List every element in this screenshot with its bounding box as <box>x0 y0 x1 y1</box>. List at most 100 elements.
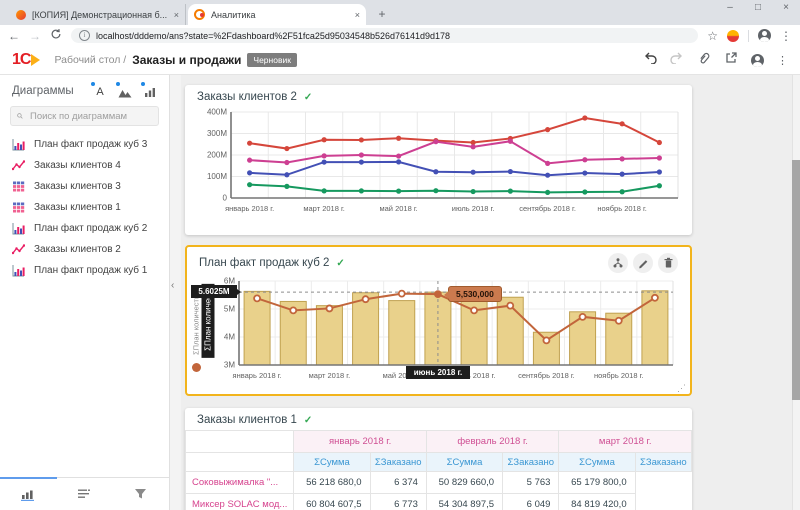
card-orders-clients-1[interactable]: Заказы клиентов 1 ✓ январь 2018 г.феврал… <box>185 408 692 510</box>
url-text: localhost/dddemo/ans?state=%2Fdashboard%… <box>96 31 450 41</box>
measure-header[interactable]: ΣСумма <box>426 453 502 472</box>
sidebar-item-6[interactable]: План факт продаж куб 1 <box>0 260 169 281</box>
reload-button[interactable] <box>50 28 62 43</box>
notification-dot <box>116 82 120 86</box>
breadcrumb[interactable]: Рабочий стол / <box>54 54 126 66</box>
orders-clients-2-chart[interactable]: 0100M200M300M400Mянварь 2018 г.март 2018… <box>191 105 692 228</box>
delete-button[interactable] <box>658 253 678 273</box>
svg-text:ноябрь 2018 г.: ноябрь 2018 г. <box>594 371 644 380</box>
tab2-close-icon[interactable]: × <box>355 10 360 20</box>
sidebar-item-4[interactable]: План факт продаж куб 2 <box>0 218 169 239</box>
edit-button[interactable] <box>633 253 653 273</box>
bar-chart-icon <box>12 222 25 235</box>
back-button[interactable]: ← <box>8 29 20 43</box>
bar-chart-icon <box>12 138 25 151</box>
month-header[interactable]: март 2018 г. <box>559 431 692 453</box>
structure-button[interactable] <box>608 253 628 273</box>
window-minimize-button[interactable]: – <box>724 2 736 13</box>
row-label-link[interactable]: Миксер SOLAC мод... <box>186 494 294 510</box>
sidebar-item-3[interactable]: Заказы клиентов 1 <box>0 197 169 218</box>
measure-header[interactable]: ΣСумма <box>559 453 635 472</box>
month-header[interactable]: январь 2018 г. <box>294 431 427 453</box>
search-input[interactable] <box>28 110 152 123</box>
table-cell: 65 179 800,0 <box>559 472 635 494</box>
plan-fact-2-chart[interactable]: ΣПлан количество ΣПлан количест 5.6025M … <box>193 275 690 398</box>
collapse-sidebar-handle[interactable]: ‹ <box>171 280 174 291</box>
scrollbar-track[interactable] <box>792 75 800 510</box>
resize-handle[interactable]: ⋰ <box>677 383 686 394</box>
add-image-button[interactable] <box>118 84 132 98</box>
bookmark-star-icon[interactable]: ☆ <box>707 29 718 43</box>
sidebar-item-0[interactable]: План факт продаж куб 3 <box>0 134 169 155</box>
browser-tab-2[interactable]: Аналитика × <box>188 4 366 25</box>
measure-header[interactable]: ΣЗаказано <box>503 453 559 472</box>
table-icon <box>12 180 25 193</box>
add-chart-button[interactable] <box>143 84 157 98</box>
month-header[interactable]: февраль 2018 г. <box>426 431 559 453</box>
table-corner <box>186 431 294 453</box>
bar-chart-icon <box>12 264 25 277</box>
svg-text:ноябрь 2018 г.: ноябрь 2018 г. <box>597 204 647 213</box>
measure-header[interactable]: ΣЗаказано <box>370 453 426 472</box>
browser-profile-icon[interactable] <box>758 29 771 42</box>
add-text-button[interactable]: A <box>93 84 107 98</box>
measure-header[interactable]: ΣЗаказано <box>635 453 691 472</box>
url-bar[interactable]: i localhost/dddemo/ans?state=%2Fdashboar… <box>71 28 698 43</box>
logo-text: 1С <box>12 51 30 69</box>
sidebar-item-2[interactable]: Заказы клиентов 3 <box>0 176 169 197</box>
link-paperclip-icon[interactable] <box>697 51 711 70</box>
table-icon <box>12 201 25 214</box>
scrollbar-thumb[interactable] <box>792 160 800 400</box>
svg-text:сентябрь 2018 г.: сентябрь 2018 г. <box>519 204 576 213</box>
status-badge: Черновик <box>247 53 297 67</box>
sidebar-item-label: Заказы клиентов 4 <box>34 160 121 171</box>
table-cell: 5 763 <box>503 472 559 494</box>
sidebar: Диаграммы A План факт продаж куб 3 Заказы… <box>0 75 170 510</box>
table-cell: 60 804 607,5 <box>294 494 370 510</box>
tab-diagrams[interactable] <box>0 478 56 510</box>
sidebar-item-5[interactable]: Заказы клиентов 2 <box>0 239 169 260</box>
crosshair-x-tooltip: июнь 2018 г. <box>406 366 470 379</box>
svg-text:5M: 5M <box>224 305 235 314</box>
tab2-title: Аналитика <box>211 10 351 20</box>
sidebar-item-label: Заказы клиентов 2 <box>34 244 121 255</box>
active-tab-indicator <box>0 477 57 479</box>
table-cell: 6 773 <box>370 494 426 510</box>
new-tab-button[interactable]: + <box>374 6 390 22</box>
table-cell: 56 218 680,0 <box>294 472 370 494</box>
window-close-button[interactable]: × <box>780 2 792 13</box>
sidebar-item-label: Заказы клиентов 3 <box>34 181 121 192</box>
browser-toolbar: ← → i localhost/dddemo/ans?state=%2Fdash… <box>0 25 800 46</box>
window-maximize-button[interactable]: □ <box>752 2 764 13</box>
app-menu-icon[interactable]: ⋮ <box>777 54 788 67</box>
tab-list[interactable] <box>56 478 112 510</box>
sidebar-title: Диаграммы <box>12 85 93 97</box>
tab-filter[interactable] <box>113 478 169 510</box>
browser-tabstrip: [КОПИЯ] Демонстрационная б... × Аналитик… <box>0 0 800 25</box>
card-orders-clients-2[interactable]: Заказы клиентов 2 ✓ 0100M200M300M400Mянв… <box>185 85 692 235</box>
sidebar-item-1[interactable]: Заказы клиентов 4 <box>0 155 169 176</box>
line-chart-icon <box>12 159 25 172</box>
redo-button[interactable] <box>670 51 684 69</box>
check-icon: ✓ <box>304 415 312 426</box>
search-box[interactable] <box>10 106 159 126</box>
card-plan-fact-2[interactable]: План факт продаж куб 2 ✓ ΣПлан количеств… <box>185 245 692 396</box>
open-in-new-icon[interactable] <box>724 51 738 70</box>
site-info-icon[interactable]: i <box>79 30 90 41</box>
bar-chart-icon <box>144 86 156 98</box>
sidebar-item-label: План факт продаж куб 2 <box>34 223 147 234</box>
forward-button[interactable]: → <box>29 29 41 43</box>
measure-header[interactable]: ΣСумма <box>294 453 370 472</box>
browser-menu-icon[interactable]: ⋮ <box>780 29 792 43</box>
browser-tab-1[interactable]: [КОПИЯ] Демонстрационная б... × <box>10 4 186 25</box>
sidebar-item-label: План факт продаж куб 3 <box>34 139 147 150</box>
row-label-link[interactable]: Соковыжималка "... <box>186 472 294 494</box>
tab1-close-icon[interactable]: × <box>174 10 179 20</box>
tab1-title: [КОПИЯ] Демонстрационная б... <box>32 10 170 20</box>
sidebar-bottom-tabs <box>0 477 169 510</box>
user-avatar-icon[interactable] <box>751 54 764 67</box>
legend-marker[interactable] <box>192 363 201 372</box>
extension-icon[interactable] <box>727 30 739 42</box>
sidebar-item-label: Заказы клиентов 1 <box>34 202 121 213</box>
undo-button[interactable] <box>643 51 657 69</box>
